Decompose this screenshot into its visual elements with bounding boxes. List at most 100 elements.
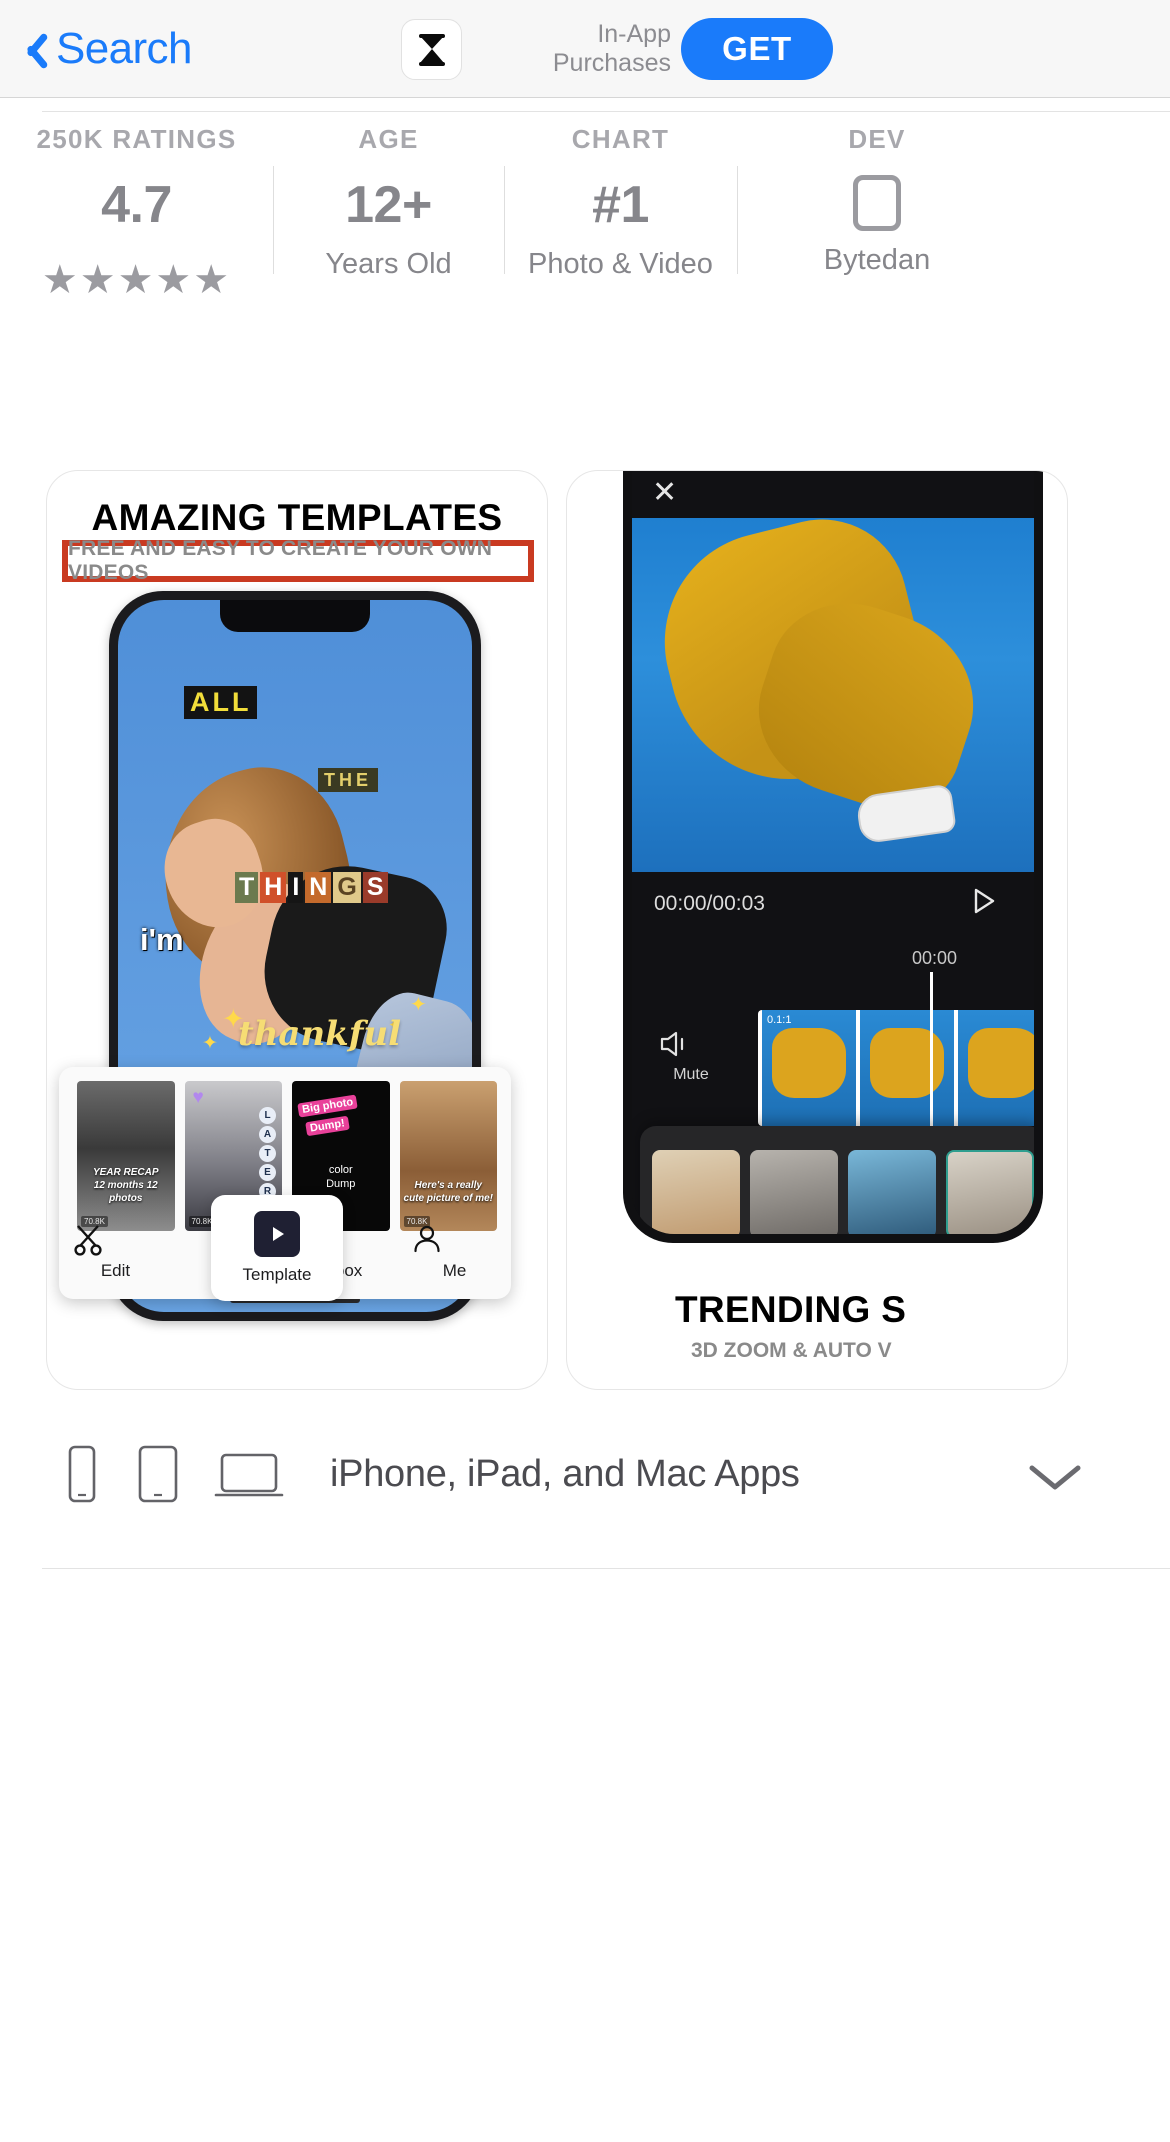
sticker-things: T H I N G S — [235, 872, 388, 903]
stat-ratings-stars: ★★★★★ — [41, 258, 232, 302]
style-thumbnail — [946, 1150, 1034, 1234]
stat-chart-caption: CHART — [571, 124, 670, 154]
stats-divider — [42, 111, 1170, 112]
template-caption: Here's a really cute picture of me! — [400, 1179, 498, 1205]
back-to-search-button[interactable]: Search — [18, 18, 192, 80]
sticker-im: i'm — [140, 922, 184, 957]
play-triangle-icon — [974, 888, 995, 914]
sparkle-icon: ✦ — [202, 1033, 218, 1054]
screenshot-gallery[interactable]: AMAZING TEMPLATES FREE AND EASY TO CREAT… — [0, 470, 1170, 1390]
template-caption-line1: color — [328, 1164, 353, 1176]
template-tag: Dump! — [305, 1115, 350, 1137]
stat-chart-sub: Photo & Video — [528, 248, 713, 280]
supported-devices-label: iPhone, iPad, and Mac Apps — [330, 1452, 800, 1495]
style-option[interactable]: el Me — [652, 1150, 740, 1234]
device-icon-group — [62, 1445, 284, 1503]
sticker-thankful: thankful — [238, 1014, 401, 1054]
editor-clip-track[interactable]: 0.1:1 — [758, 1010, 1034, 1126]
template-tag: Big photo — [297, 1094, 359, 1118]
screenshot-card-2[interactable]: ✕ 00:00/00:03 00:00 Mute 0.1:1 TRENDING … — [566, 470, 1068, 1390]
style-option-row: el Me Evil Me 3D Zoom Pa 3D Zoom — [652, 1150, 1034, 1234]
nav-label-edit: Edit — [100, 1261, 131, 1280]
nav-item-edit[interactable]: Edit — [71, 1222, 161, 1281]
nav-item-template[interactable]: Template — [211, 1195, 343, 1301]
clip-duration: 0.1:1 — [767, 1014, 792, 1026]
template-caption: YEAR RECAP 12 months 12 photos — [77, 1166, 175, 1205]
ipad-icon — [138, 1445, 178, 1503]
style-thumbnail — [652, 1150, 740, 1234]
supported-devices-row[interactable]: iPhone, iPad, and Mac Apps — [0, 1414, 1170, 1534]
person-icon — [413, 1225, 440, 1253]
sticker-letter: G — [333, 872, 361, 903]
footer-divider — [42, 1568, 1170, 1569]
speaker-mute-icon — [660, 1031, 684, 1057]
nav-label-me: Me — [442, 1261, 467, 1280]
mac-icon — [214, 1453, 284, 1497]
app-stats-row: 250K RATINGS 4.7 ★★★★★ AGE 12+ Years Old… — [0, 124, 1170, 314]
template-play-icon — [254, 1211, 300, 1257]
stat-chart[interactable]: CHART #1 Photo & Video — [504, 124, 737, 314]
style-panel[interactable]: el Me Evil Me 3D Zoom Pa 3D Zoom — [640, 1126, 1034, 1234]
later-letter: E — [259, 1164, 276, 1181]
style-thumbnail — [750, 1150, 838, 1234]
sticker-letter: T — [235, 872, 259, 903]
sticker-the: THE — [318, 768, 378, 792]
screenshot-2-subtitle: 3D ZOOM & AUTO V — [691, 1339, 892, 1362]
nav-item-me[interactable]: Me — [410, 1222, 500, 1281]
developer-icon — [853, 175, 901, 231]
clip-thumbnail — [968, 1028, 1034, 1098]
clip-thumbnail — [772, 1028, 846, 1098]
template-thumbnail[interactable]: YEAR RECAP 12 months 12 photos 70.8K — [77, 1081, 175, 1231]
stat-ratings-value: 4.7 — [101, 176, 172, 234]
stat-ratings-caption: 250K RATINGS — [36, 124, 237, 154]
sticker-letter: N — [305, 872, 332, 903]
close-icon[interactable]: ✕ — [652, 478, 677, 508]
editor-clip[interactable] — [860, 1010, 954, 1126]
template-caption-line2: 12 months 12 photos — [93, 1180, 158, 1204]
in-app-purchases-note: In-App Purchases — [519, 20, 671, 78]
template-tray[interactable]: YEAR RECAP 12 months 12 photos 70.8K ♥ L… — [59, 1067, 511, 1301]
screenshot-1-title: AMAZING TEMPLATES — [91, 497, 503, 538]
editor-clip[interactable]: 0.1:1 — [762, 1010, 856, 1126]
screenshot-card-1[interactable]: AMAZING TEMPLATES FREE AND EASY TO CREAT… — [46, 470, 548, 1390]
stat-developer-caption: DEV — [848, 124, 906, 154]
later-letter: T — [259, 1145, 276, 1162]
scissors-icon — [73, 1225, 102, 1256]
template-caption: color Dump — [292, 1163, 390, 1191]
phone-mockup-2: ✕ 00:00/00:03 00:00 Mute 0.1:1 — [623, 471, 1043, 1243]
stat-age-caption: AGE — [358, 124, 419, 154]
template-thumbnail[interactable]: Here's a really cute picture of me! 70.8… — [399, 1081, 498, 1231]
style-thumbnail — [848, 1150, 936, 1234]
stat-age[interactable]: AGE 12+ Years Old — [273, 124, 504, 314]
stat-developer[interactable]: DEV Bytedan — [737, 124, 1017, 314]
editor-clip[interactable] — [958, 1010, 1034, 1126]
style-option[interactable]: 3D Zoom Pa — [848, 1150, 936, 1234]
screenshot-1-subtitle-box: FREE AND EASY TO CREATE YOUR OWN VIDEOS — [62, 537, 534, 584]
sticker-letter: H — [260, 872, 287, 903]
stat-age-sub: Years Old — [325, 248, 452, 280]
timeline-playhead[interactable] — [930, 972, 933, 1140]
play-icon[interactable] — [966, 884, 1000, 918]
template-caption-line1: Here's a really — [414, 1180, 482, 1191]
stat-developer-sub: Bytedan — [823, 244, 931, 276]
iap-line-1: In-App — [597, 20, 671, 48]
screenshot-2-title: TRENDING S — [675, 1289, 907, 1330]
later-sticker: L A T E R — [259, 1107, 276, 1200]
capcut-app-icon[interactable] — [401, 19, 462, 80]
chevron-left-icon — [18, 26, 46, 72]
stat-ratings[interactable]: 250K RATINGS 4.7 ★★★★★ — [0, 124, 273, 314]
nav-label-template: Template — [242, 1265, 312, 1284]
sticker-letter: S — [362, 872, 388, 903]
mute-button[interactable]: Mute — [658, 1028, 724, 1084]
back-label: Search — [56, 24, 192, 73]
template-caption-line2: cute picture of me! — [403, 1193, 493, 1204]
style-option[interactable]: 3D Zoom — [946, 1150, 1034, 1234]
style-option[interactable]: Evil Me — [750, 1150, 838, 1234]
later-letter: A — [259, 1126, 276, 1143]
sparkle-icon: ✦ — [410, 994, 427, 1016]
navigation-bar: Search In-App Purchases GET — [0, 0, 1170, 98]
chevron-down-icon[interactable] — [1028, 1462, 1082, 1492]
sticker-letter: I — [288, 872, 304, 903]
get-button[interactable]: GET — [681, 18, 833, 80]
later-letter: L — [259, 1107, 276, 1124]
